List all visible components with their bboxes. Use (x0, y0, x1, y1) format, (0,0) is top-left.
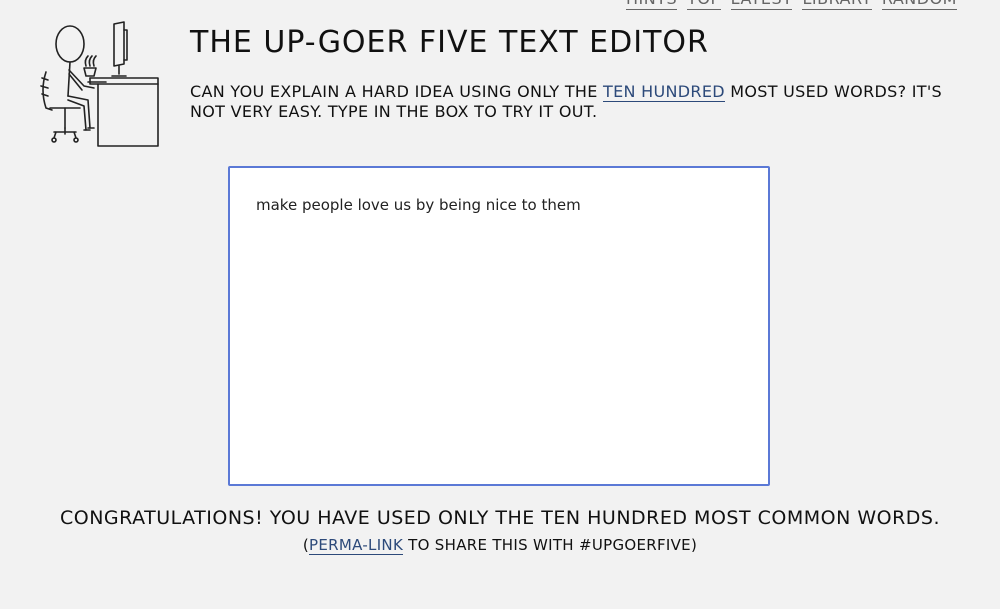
top-navigation: HINTS TOP LATEST LIBRARY RANDOM (626, 0, 957, 10)
nav-latest-link[interactable]: LATEST (730, 0, 793, 10)
nav-hints-link[interactable]: HINTS (626, 0, 678, 10)
nav-random-link[interactable]: RANDOM (881, 0, 957, 10)
nav-library-link[interactable]: LIBRARY (802, 0, 872, 10)
result-message: CONGRATULATIONS! YOU HAVE USED ONLY THE … (59, 507, 941, 529)
person-at-desk-icon (32, 20, 162, 152)
ten-hundred-link[interactable]: TEN HUNDRED (603, 82, 725, 102)
nav-top-link[interactable]: TOP (687, 0, 721, 10)
perma-link[interactable]: PERMA-LINK (309, 536, 404, 555)
intro-text: CAN YOU EXPLAIN A HARD IDEA USING ONLY T… (190, 82, 980, 122)
text-editor-input[interactable]: make people love us by being nice to the… (228, 166, 770, 486)
intro-text-before: CAN YOU EXPLAIN A HARD IDEA USING ONLY T… (190, 82, 604, 101)
share-text: TO SHARE THIS WITH #UPGOERFIVE) (403, 536, 698, 554)
page-title: THE UP-GOER FIVE TEXT EDITOR (190, 25, 709, 60)
share-line: (PERMA-LINK TO SHARE THIS WITH #UPGOERFI… (0, 536, 1000, 555)
